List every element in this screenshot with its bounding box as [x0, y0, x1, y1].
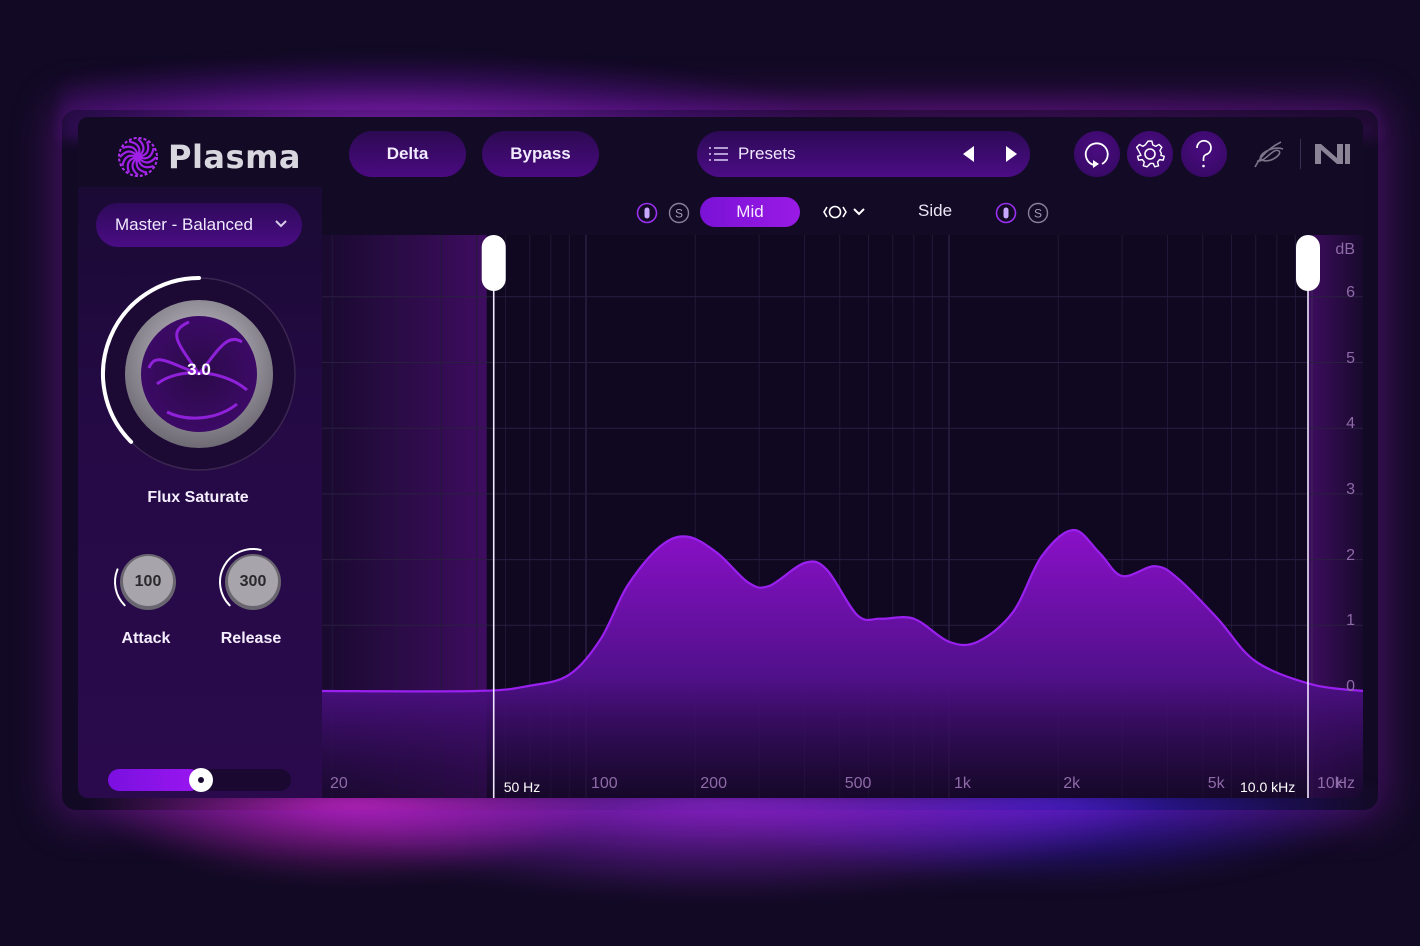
power-icon — [1003, 207, 1009, 219]
help-button[interactable] — [1181, 131, 1227, 177]
settings-button[interactable] — [1127, 131, 1173, 177]
freq-tick-label: 2k — [1063, 775, 1081, 792]
low-cut-handle[interactable] — [481, 235, 506, 291]
sidebar: Master - Balanced 3.0 Flux Saturate 100 … — [78, 187, 322, 798]
freq-tick-label: 1k — [954, 775, 971, 792]
side-mode-button[interactable]: Side — [918, 201, 952, 221]
db-tick-label: 0 — [1346, 678, 1355, 695]
mid-mode-button[interactable]: Mid — [700, 197, 800, 227]
app-logo: Plasma — [116, 135, 301, 179]
next-preset-button[interactable] — [1002, 145, 1020, 163]
db-tick-label: 5 — [1346, 349, 1355, 367]
help-icon — [1196, 139, 1212, 168]
attack-value: 100 — [134, 573, 162, 590]
delta-button[interactable]: Delta — [349, 131, 466, 177]
db-tick-label: 1 — [1346, 612, 1355, 630]
ni-logo — [1315, 144, 1350, 164]
chevron-down-icon — [853, 208, 865, 216]
release-knob[interactable]: 300 — [216, 547, 286, 617]
spectrum-svg — [322, 235, 1363, 798]
brand-scribble-logo — [1254, 141, 1284, 168]
stereo-link-icon — [823, 205, 847, 219]
overdrive-slider[interactable] — [108, 768, 291, 792]
background-glow-bottom — [60, 790, 1380, 930]
brand-divider — [1300, 139, 1301, 169]
spectrum-graph[interactable]: 20 100 200 500 1k 2k 5k 10k Hz 0 1 2 3 4 5 6 dB 50 Hz 10… — [322, 235, 1363, 798]
freq-unit-label: Hz — [1335, 775, 1355, 792]
chevron-down-icon — [275, 220, 287, 228]
refresh-icon — [1084, 142, 1109, 168]
list-icon — [709, 147, 728, 161]
flux-saturate-knob[interactable]: 3.0 — [97, 272, 301, 476]
high-cut-value: 10.0 kHz — [1240, 779, 1296, 795]
flux-saturate-value: 3.0 — [187, 360, 211, 379]
plasma-swirl-icon — [118, 137, 158, 177]
freq-tick-label: 100 — [591, 775, 618, 792]
arrow-right-icon — [1006, 146, 1017, 162]
power-icon — [644, 207, 650, 219]
attack-label: Attack — [121, 630, 171, 647]
gear-icon — [1135, 140, 1165, 168]
attack-knob[interactable]: 100 — [111, 547, 181, 617]
arrow-left-icon — [963, 146, 974, 162]
previous-preset-button[interactable] — [960, 145, 978, 163]
low-cut-value: 50 Hz — [503, 779, 541, 795]
stereo-link-dropdown[interactable] — [820, 201, 872, 223]
plugin-window: Plasma Delta Bypass Presets Master - Bal… — [78, 117, 1363, 798]
mid-solo-label: S — [675, 207, 683, 221]
high-cut-handle[interactable] — [1296, 235, 1320, 291]
db-tick-label: 3 — [1346, 480, 1355, 498]
preset-select-value: Master - Balanced — [115, 215, 253, 234]
release-label: Release — [220, 630, 282, 647]
overdrive-slider-fill — [108, 769, 202, 791]
freq-tick-label: 500 — [844, 775, 872, 792]
mid-enable-toggle[interactable] — [636, 202, 658, 224]
bypass-button[interactable]: Bypass — [482, 131, 599, 177]
presets-bar[interactable]: Presets — [697, 131, 1030, 177]
history-button[interactable] — [1074, 131, 1120, 177]
presets-label: Presets — [738, 144, 796, 163]
side-enable-toggle[interactable] — [995, 202, 1017, 224]
flux-saturate-label: Flux Saturate — [147, 489, 249, 506]
mid-solo-button[interactable]: S — [668, 202, 690, 224]
overdrive-slider-thumb[interactable] — [189, 768, 214, 792]
db-tick-label: 6 — [1346, 283, 1355, 301]
side-solo-label: S — [1034, 207, 1042, 221]
side-solo-button[interactable]: S — [1027, 202, 1049, 224]
freq-tick-label: 200 — [700, 775, 727, 792]
db-unit-label: dB — [1335, 241, 1355, 258]
db-tick-label: 2 — [1346, 546, 1355, 564]
freq-tick-label: 20 — [330, 775, 348, 792]
freq-tick-label: 5k — [1207, 775, 1225, 792]
app-title: Plasma — [168, 138, 301, 176]
release-value: 300 — [239, 573, 267, 590]
preset-select[interactable]: Master - Balanced — [96, 203, 302, 247]
db-tick-label: 4 — [1346, 415, 1355, 433]
